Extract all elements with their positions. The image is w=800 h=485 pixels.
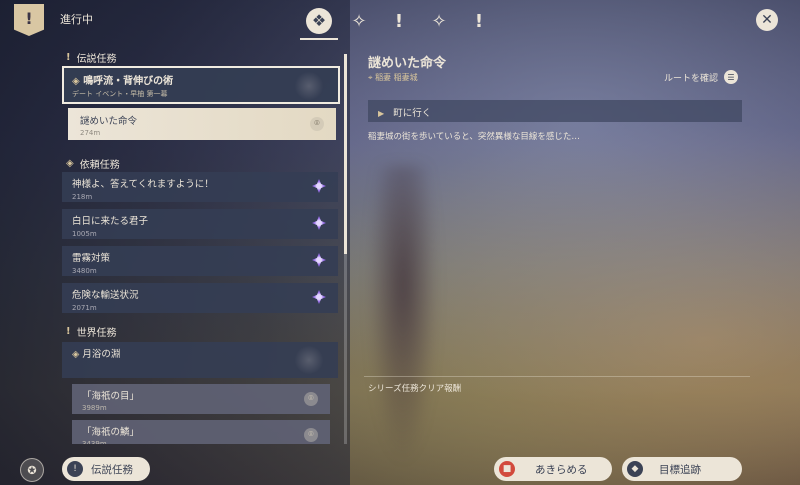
tab-story-quests[interactable]: ! — [386, 8, 412, 34]
category-request: ◈ 依頼任務 — [66, 158, 120, 171]
tab-world-quests[interactable]: ! — [466, 8, 492, 34]
legend-filter-button[interactable]: ! 伝説任務 — [62, 457, 150, 481]
tab-all-quests[interactable]: ❖ — [306, 8, 332, 34]
close-button[interactable]: ✕ — [756, 9, 778, 31]
category-legend: ! 伝説任務 — [66, 52, 117, 65]
chevron-right-icon: ▶ — [378, 109, 385, 118]
tab-archon-quests[interactable]: ✧ — [346, 8, 372, 34]
legend-quest-icon: ! — [66, 52, 71, 63]
current-step-item[interactable]: 謎めいた命令 274m ⌾ — [68, 108, 336, 140]
request-item[interactable]: 神様よ、答えてくれますように！ 218m — [62, 172, 338, 202]
list-scroll-thumb[interactable] — [344, 54, 347, 254]
series-reward-label: シリーズ任務クリア報酬 — [368, 384, 462, 394]
legend-quest-title: ◈ 鳴呼流・背伸びの術 — [72, 76, 174, 87]
detail-title: 謎めいた命令 — [368, 56, 447, 71]
current-step-title: 謎めいた命令 — [80, 116, 138, 127]
background-character — [368, 165, 438, 465]
quest-description: 稲妻城の街を歩いていると、突然異様な目線を感じた… — [368, 132, 580, 142]
current-step-distance: 274m — [80, 129, 101, 137]
archon-quest-icon: ✧ — [351, 10, 367, 32]
route-map-icon: ☰ — [724, 70, 739, 84]
location-pin-icon: ⌖ — [368, 73, 373, 82]
story-quest-icon: ! — [394, 10, 404, 32]
quest-marker-icon: ◈ — [72, 76, 80, 87]
region-emblem-icon — [294, 346, 324, 374]
request-item[interactable]: 危険な輸送状況 2071m — [62, 283, 338, 313]
map-pin-icon[interactable]: ⌾ — [304, 392, 318, 406]
map-pin-icon[interactable]: ⌾ — [310, 117, 324, 131]
request-quest-icon: ◈ — [66, 158, 74, 169]
world-sub-item[interactable]: 「海祇の鱗」 3439m ⌾ — [72, 420, 330, 444]
route-button[interactable]: ルートを確認 ☰ — [664, 70, 739, 84]
track-target-icon: ◆ — [627, 461, 643, 477]
quest-marker-icon: ◈ — [72, 349, 80, 360]
quest-list[interactable]: ! 伝説任務 ◈ 鳴呼流・背伸びの術 デート イベント・早柚 第一幕 ▶ 謎めい… — [62, 44, 342, 444]
tab-commission-quests[interactable]: ✧ — [426, 8, 452, 34]
category-world: ! 世界任務 — [66, 326, 117, 339]
quest-book-icon: ! — [14, 4, 44, 36]
legend-quest-item[interactable]: ◈ 鳴呼流・背伸びの術 デート イベント・早柚 第一幕 — [62, 66, 340, 104]
world-quest-icon: ! — [66, 326, 71, 337]
detail-location: ⌖ 稲妻 稲妻城 — [368, 73, 418, 82]
map-pin-icon[interactable]: ⌾ — [304, 428, 318, 442]
world-quest-icon: ! — [474, 10, 484, 32]
world-quest-title: ◈ 月浴の淵 — [72, 349, 121, 360]
quest-settings-button[interactable]: ✪ — [20, 458, 44, 482]
track-button[interactable]: ◆ 目標追跡 — [622, 457, 742, 481]
world-sub-item[interactable]: 「海祇の目」 3989m ⌾ — [72, 384, 330, 414]
legend-quest-icon: ! — [67, 461, 83, 477]
abandon-button[interactable]: ■ あきらめる — [494, 457, 612, 481]
objective-step[interactable]: ▶ 町に行く — [368, 100, 742, 122]
legend-quest-subtitle: デート イベント・早柚 第一幕 — [72, 90, 168, 98]
trash-icon: ■ — [499, 461, 515, 477]
request-item[interactable]: 雷霧対策 3480m — [62, 246, 338, 276]
close-icon: ✕ — [761, 12, 773, 28]
tab-indicator — [300, 38, 338, 40]
request-item[interactable]: 白日に来たる君子 1005m — [62, 209, 338, 239]
divider — [364, 376, 750, 377]
all-quests-icon: ❖ — [311, 11, 327, 30]
quest-settings-icon: ✪ — [27, 463, 37, 477]
commission-quest-icon: ✧ — [431, 10, 447, 32]
page-title: 進行中 — [60, 13, 93, 26]
character-emblem-icon — [294, 72, 324, 100]
top-bar: ! 進行中 ❖ ✧ ! ✧ ! ✕ — [0, 0, 800, 42]
world-quest-item[interactable]: ◈ 月浴の淵 — [62, 342, 338, 378]
